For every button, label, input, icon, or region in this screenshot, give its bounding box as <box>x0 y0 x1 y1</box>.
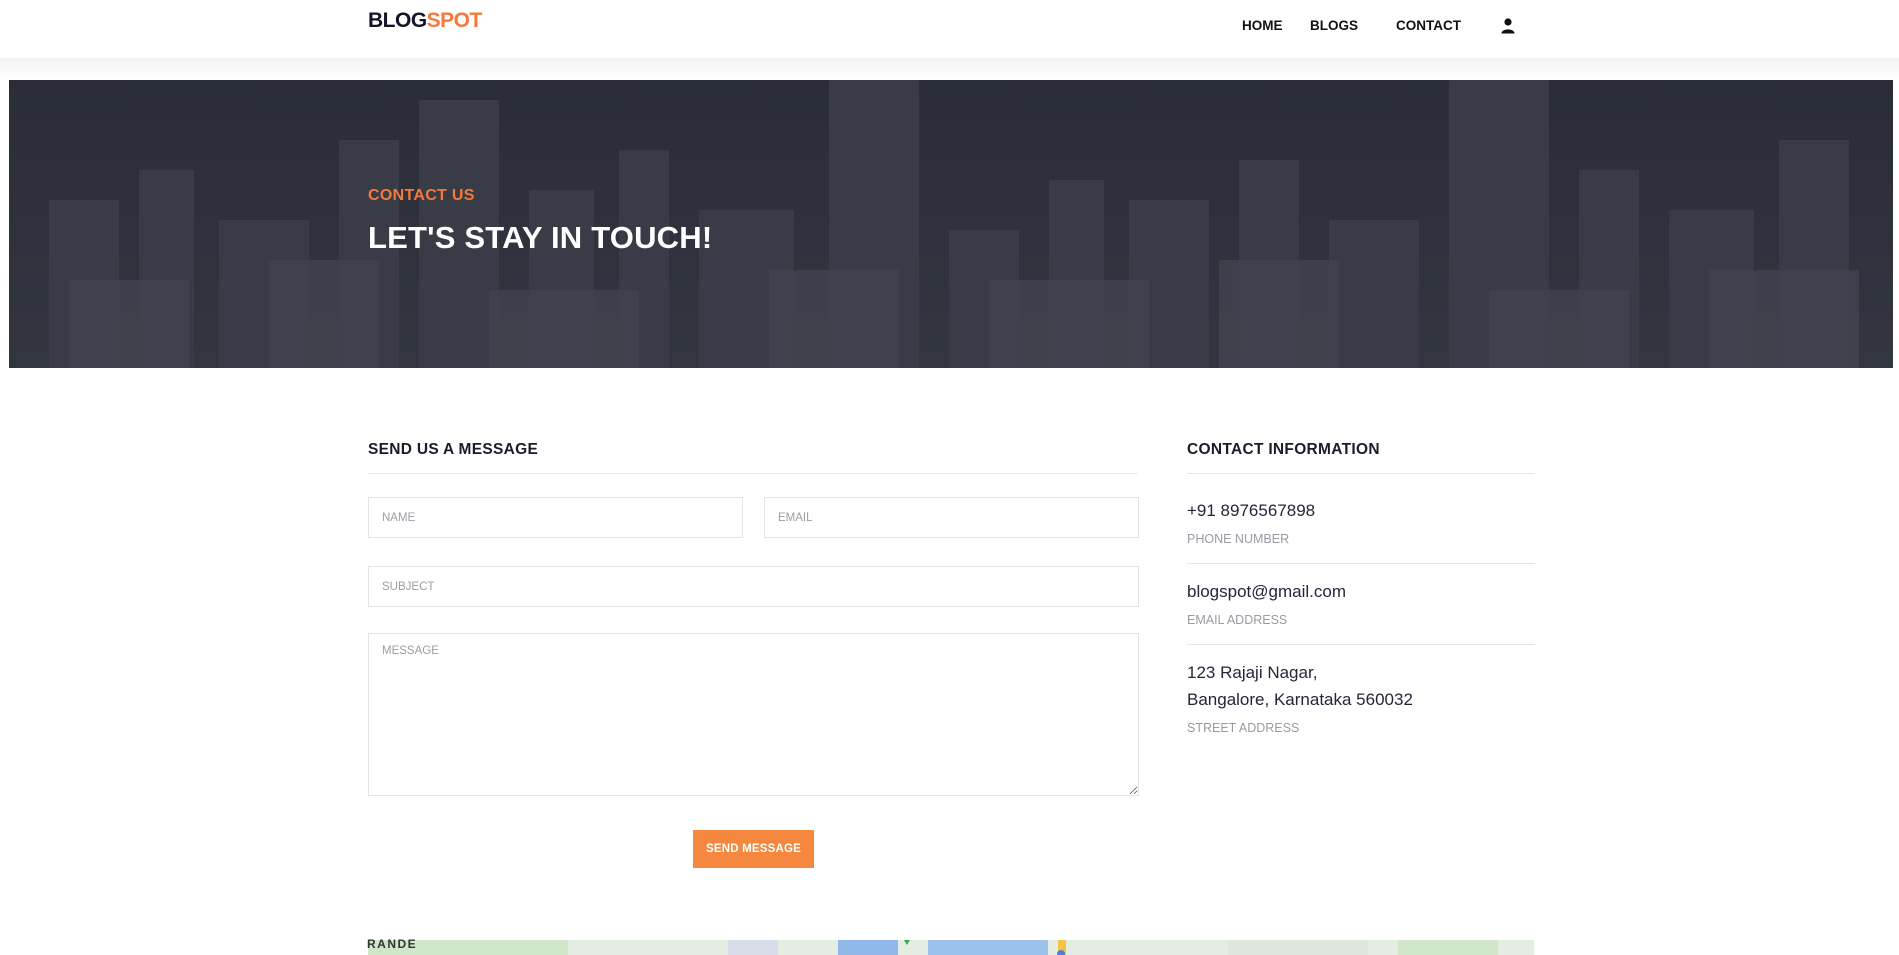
site-header: BLOGSPOT HOME BLOGS CONTACT <box>0 0 1899 58</box>
nav-blogs[interactable]: BLOGS <box>1310 18 1358 33</box>
phone-value: +91 8976567898 <box>1187 501 1316 520</box>
map-tiles <box>368 940 1534 955</box>
contact-heading: CONTACT INFORMATION <box>1187 441 1380 458</box>
location-map[interactable] <box>368 940 1534 955</box>
email-divider <box>1187 644 1535 645</box>
send-message-button[interactable]: SEND MESSAGE <box>693 830 814 868</box>
site-logo[interactable]: BLOGSPOT <box>368 9 482 33</box>
logo-text-spot: SPOT <box>426 9 483 32</box>
email-value: blogspot@gmail.com <box>1187 582 1346 601</box>
city-skyline-background <box>9 80 1893 368</box>
header-divider <box>0 58 1899 80</box>
contact-heading-divider <box>1187 473 1535 474</box>
email-label: EMAIL ADDRESS <box>1187 613 1288 627</box>
hero-subtitle: CONTACT US <box>368 187 475 204</box>
hero-banner: CONTACT US LET'S STAY IN TOUCH! <box>9 80 1893 368</box>
form-heading: SEND US A MESSAGE <box>368 441 539 458</box>
phone-label: PHONE NUMBER <box>1187 532 1290 546</box>
address-line2: Bangalore, Karnataka 560032 <box>1187 690 1413 709</box>
nav-contact[interactable]: CONTACT <box>1396 18 1461 33</box>
map-place-label: RANDE <box>367 937 418 951</box>
phone-divider <box>1187 563 1535 564</box>
address-line1: 123 Rajaji Nagar, <box>1187 663 1318 682</box>
address-label: STREET ADDRESS <box>1187 721 1300 735</box>
email-input[interactable] <box>764 497 1139 538</box>
logo-text-blog: BLOG <box>368 9 427 32</box>
user-icon[interactable] <box>1500 17 1516 35</box>
message-textarea[interactable] <box>368 633 1139 796</box>
form-heading-divider <box>368 473 1138 474</box>
nav-home[interactable]: HOME <box>1242 18 1283 33</box>
subject-input[interactable] <box>368 566 1139 607</box>
name-input[interactable] <box>368 497 743 538</box>
hero-title: LET'S STAY IN TOUCH! <box>368 220 713 255</box>
